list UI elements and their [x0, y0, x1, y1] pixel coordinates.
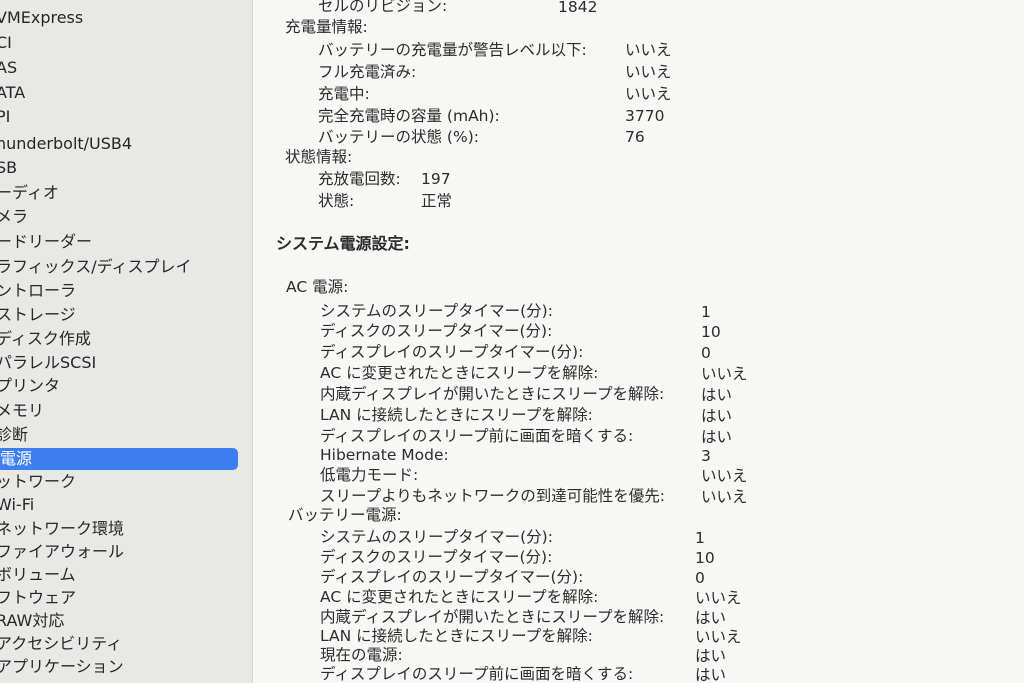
info-value: 197 [421, 170, 451, 188]
info-label: 充電中: [318, 85, 370, 103]
sidebar-item-sas[interactable]: AS [0, 57, 17, 79]
status-info-heading: 状態情報: [285, 148, 353, 166]
sidebar-item-locations[interactable]: ネットワーク環境 [0, 518, 124, 540]
sidebar-item-parallel-scsi[interactable]: パラレルSCSI [0, 352, 96, 374]
sidebar-item-raw-support[interactable]: RAW対応 [0, 610, 64, 632]
sidebar-item-disc-burning[interactable]: ディスク作成 [0, 328, 91, 350]
cell-revision-value: 1842 [558, 0, 598, 16]
info-value: 0 [695, 569, 705, 587]
sidebar-item-camera[interactable]: メラ [0, 206, 28, 228]
info-label: バッテリーの状態 (%): [318, 128, 479, 146]
ac-power-heading: AC 電源: [286, 278, 349, 296]
info-value: 1 [695, 529, 705, 547]
sidebar: VMExpress CI AS ATA PI hunderbolt/USB4 S… [0, 0, 253, 683]
sidebar-item-accessibility[interactable]: アクセシビリティ [0, 633, 122, 655]
info-label: ディスプレイのスリープタイマー(分): [320, 343, 584, 361]
info-label: 完全充電時の容量 (mAh): [318, 107, 500, 125]
info-value: 3770 [625, 107, 665, 125]
info-value: いいえ [695, 589, 742, 607]
info-value: いいえ [625, 41, 672, 59]
info-value: 正常 [421, 192, 453, 210]
info-value: はい [695, 609, 727, 627]
sidebar-item-memory[interactable]: メモリ [0, 400, 44, 422]
sidebar-item-pci[interactable]: CI [0, 32, 12, 54]
info-value: 0 [701, 344, 711, 362]
info-value: 10 [701, 323, 721, 341]
sidebar-item-graphics[interactable]: ラフィックス/ディスプレイ [0, 256, 191, 278]
battery-power-heading: バッテリー電源: [288, 506, 402, 524]
sidebar-item-spi[interactable]: PI [0, 106, 10, 128]
sidebar-item-wifi[interactable]: Wi-Fi [0, 494, 34, 516]
info-label: バッテリーの充電量が警告レベル以下: [318, 41, 587, 59]
info-label: 低電力モード: [320, 466, 419, 484]
sidebar-item-network[interactable]: ットワーク [0, 471, 76, 493]
info-value: はい [701, 428, 733, 446]
info-label: 現在の電源: [320, 646, 403, 664]
sidebar-item-firewall[interactable]: ファイアウォール [0, 541, 124, 563]
info-label: Hibernate Mode: [320, 446, 449, 464]
info-value: いいえ [625, 85, 672, 103]
info-label: 状態: [318, 192, 355, 210]
info-value: 3 [701, 447, 711, 465]
sidebar-item-audio[interactable]: ーディオ [0, 182, 59, 204]
info-label: システムのスリープタイマー(分): [320, 528, 553, 546]
info-label: ディスクのスリープタイマー(分): [320, 322, 553, 340]
info-label: スリープよりもネットワークの到達可能性を優先: [320, 487, 665, 505]
charge-info-heading: 充電量情報: [285, 18, 368, 36]
info-label: LAN に接続したときにスリープを解除: [320, 406, 593, 424]
info-label: ディスクのスリープタイマー(分): [320, 548, 553, 566]
info-value: いいえ [625, 63, 672, 81]
sidebar-item-sata[interactable]: ATA [0, 82, 25, 104]
info-label: ディスプレイのスリープタイマー(分): [320, 568, 584, 586]
sidebar-item-controller[interactable]: ントローラ [0, 280, 76, 302]
info-label: 内蔵ディスプレイが開いたときにスリープを解除: [320, 608, 665, 626]
info-value: はい [701, 386, 733, 404]
info-label: 充放電回数: [318, 170, 401, 188]
sidebar-item-power[interactable]: 電源 [0, 448, 238, 470]
sidebar-item-volumes[interactable]: ボリューム [0, 564, 76, 586]
detail-pane: セルのリビジョン: 1842 充電量情報: バッテリーの充電量が警告レベル以下:… [253, 0, 1024, 683]
sidebar-item-thunderbolt[interactable]: hunderbolt/USB4 [0, 133, 132, 155]
sidebar-item-applications[interactable]: アプリケーション [0, 656, 124, 678]
info-value: はい [695, 666, 727, 683]
info-label: ディスプレイのスリープ前に画面を暗くする: [320, 665, 634, 683]
sidebar-item-printers[interactable]: プリンタ [0, 375, 60, 397]
info-value: はい [701, 407, 733, 425]
cell-revision-label: セルのリビジョン: [318, 0, 448, 15]
info-label: AC に変更されたときにスリープを解除: [320, 364, 599, 382]
info-value: いいえ [701, 467, 748, 485]
info-label: AC に変更されたときにスリープを解除: [320, 588, 599, 606]
sidebar-item-storage[interactable]: ストレージ [0, 304, 76, 326]
info-value: はい [695, 647, 727, 665]
sidebar-item-usb[interactable]: SB [0, 157, 17, 179]
info-value: いいえ [695, 628, 742, 646]
sidebar-item-card-reader[interactable]: ードリーダー [0, 231, 92, 253]
info-value: 1 [701, 303, 711, 321]
info-label: フル充電済み: [318, 63, 417, 81]
info-value: 10 [695, 549, 715, 567]
info-label: 内蔵ディスプレイが開いたときにスリープを解除: [320, 385, 665, 403]
info-value: いいえ [701, 488, 748, 506]
info-label: LAN に接続したときにスリープを解除: [320, 627, 593, 645]
sidebar-item-nvmexpress[interactable]: VMExpress [0, 7, 83, 29]
info-label: システムのスリープタイマー(分): [320, 302, 553, 320]
sidebar-item-diagnostics[interactable]: 診断 [0, 424, 28, 446]
info-value: いいえ [701, 365, 748, 383]
info-value: 76 [625, 128, 645, 146]
system-power-heading: システム電源設定: [276, 234, 410, 253]
info-label: ディスプレイのスリープ前に画面を暗くする: [320, 427, 634, 445]
sidebar-item-software[interactable]: フトウェア [0, 587, 76, 609]
